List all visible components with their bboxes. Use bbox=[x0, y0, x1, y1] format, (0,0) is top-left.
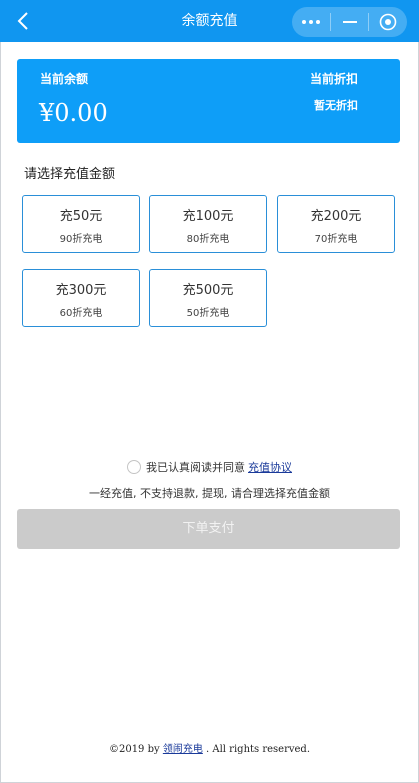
agreement-row: 我已认真阅读并同意 充值协议 bbox=[0, 459, 419, 475]
option-discount: 60折充电 bbox=[59, 308, 103, 319]
close-button[interactable] bbox=[369, 7, 407, 37]
agreement-text: 我已认真阅读并同意 bbox=[146, 461, 245, 474]
menu-capsule bbox=[292, 7, 407, 37]
footer-link[interactable]: 领闹充电 bbox=[163, 744, 203, 755]
option-amount: 充200元 bbox=[310, 209, 362, 224]
minimize-icon bbox=[342, 21, 357, 23]
footer-prefix: ©2019 by bbox=[108, 744, 160, 755]
recharge-option-50[interactable]: 充50元 90折充电 bbox=[22, 195, 140, 253]
close-target-icon bbox=[379, 13, 397, 31]
pay-button[interactable]: 下单支付 bbox=[17, 509, 400, 549]
recharge-option-200[interactable]: 充200元 70折充电 bbox=[277, 195, 395, 253]
option-discount: 70折充电 bbox=[314, 234, 358, 245]
balance-label: 当前余额 bbox=[40, 72, 89, 86]
agreement-radio[interactable] bbox=[127, 460, 141, 474]
recharge-option-300[interactable]: 充300元 60折充电 bbox=[22, 269, 140, 327]
option-amount: 充500元 bbox=[182, 283, 234, 298]
balance-card: 当前余额 ¥0.00 当前折扣 暂无折扣 bbox=[17, 59, 400, 143]
footer-suffix: . All rights reserved. bbox=[206, 744, 311, 755]
discount-value: 暂无折扣 bbox=[314, 99, 358, 112]
balance-amount: ¥0.00 bbox=[39, 99, 108, 127]
option-discount: 80折充电 bbox=[186, 234, 230, 245]
option-amount: 充50元 bbox=[59, 209, 103, 224]
more-button[interactable] bbox=[292, 7, 330, 37]
option-amount: 充100元 bbox=[182, 209, 234, 224]
recharge-option-100[interactable]: 充100元 80折充电 bbox=[149, 195, 267, 253]
option-discount: 90折充电 bbox=[59, 234, 103, 245]
refund-notice: 一经充值, 不支持退款, 提现, 请合理选择充值金额 bbox=[89, 487, 330, 500]
footer: ©2019 by 领闹充电 . All rights reserved. bbox=[0, 740, 419, 755]
option-discount: 50折充电 bbox=[186, 308, 230, 319]
discount-label: 当前折扣 bbox=[309, 72, 358, 86]
agreement-link[interactable]: 充值协议 bbox=[248, 459, 292, 475]
nav-header: 余额充值 bbox=[0, 0, 419, 42]
recharge-option-500[interactable]: 充500元 50折充电 bbox=[149, 269, 267, 327]
more-icon bbox=[301, 20, 320, 24]
section-title: 请选择充值金额 bbox=[24, 167, 116, 182]
option-amount: 充300元 bbox=[55, 283, 107, 298]
minimize-button[interactable] bbox=[331, 7, 369, 37]
